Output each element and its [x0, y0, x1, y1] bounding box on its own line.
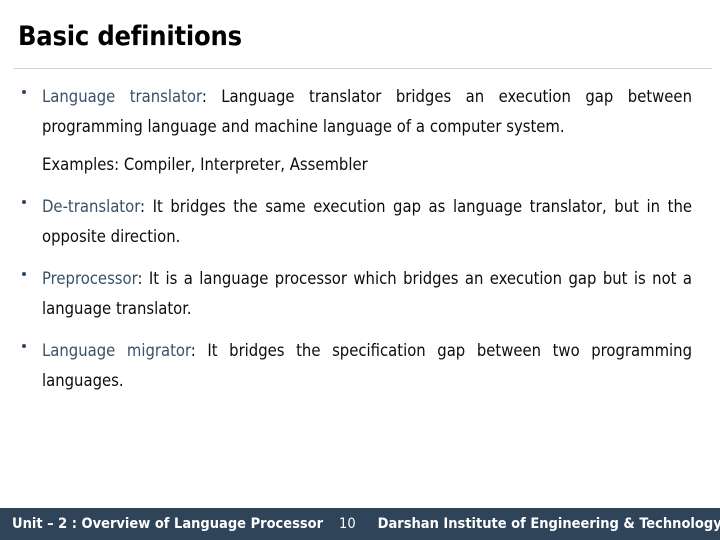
page-title: Basic definitions [18, 21, 242, 52]
bullet-paragraph: Language migrator: It bridges the specif… [42, 336, 692, 396]
bullet-paragraph: De-translator: It bridges the same execu… [42, 192, 692, 252]
footer-page-number: 10 [339, 516, 356, 532]
bullet-term: De-translator [42, 197, 141, 216]
bullet-separator: : [137, 269, 149, 288]
bullet-dot-icon [22, 90, 26, 94]
bullet-dot-icon [22, 272, 26, 276]
example-line: Examples: Compiler, Interpreter, Assembl… [42, 155, 368, 174]
slide-body: Language translator: Language translator… [0, 82, 720, 497]
list-item: Preprocessor: It is a language processor… [0, 264, 720, 324]
slide-footer: Unit – 2 : Overview of Language Processo… [0, 508, 720, 540]
bullet-term: Language migrator [42, 341, 191, 360]
bullet-term: Language translator [42, 87, 202, 106]
footer-unit-label: Unit – 2 : Overview of Language Processo… [12, 516, 324, 532]
list-item: Language translator: Language translator… [0, 82, 720, 142]
bullet-separator: : [190, 341, 208, 360]
bullet-separator: : [140, 197, 153, 216]
title-divider [14, 68, 712, 69]
slide-title-area: Basic definitions [0, 0, 720, 70]
list-item: Language migrator: It bridges the specif… [0, 336, 720, 396]
bullet-separator: : [201, 87, 222, 106]
bullet-paragraph: Language translator: Language translator… [42, 82, 692, 142]
footer-institute-label: Darshan Institute of Engineering & Techn… [377, 516, 720, 532]
bullet-paragraph: Preprocessor: It is a language processor… [42, 264, 692, 324]
bullet-term: Preprocessor [42, 269, 138, 288]
bullet-dot-icon [22, 200, 26, 204]
slide: Basic definitions Language translator: L… [0, 0, 720, 540]
list-item: De-translator: It bridges the same execu… [0, 192, 720, 252]
bullet-dot-icon [22, 344, 26, 348]
